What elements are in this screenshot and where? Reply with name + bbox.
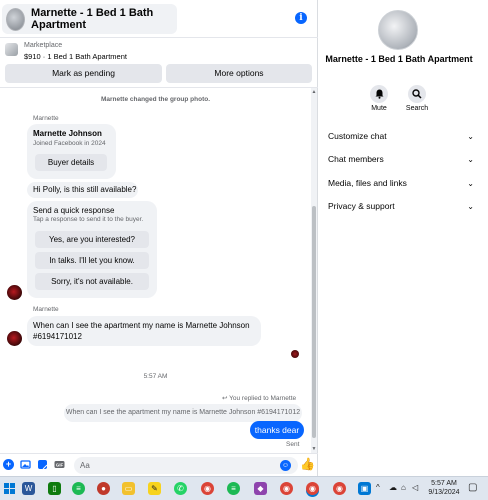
- mute-label: Mute: [371, 105, 387, 112]
- menu-privacy-support[interactable]: Privacy & support ⌄: [328, 198, 474, 214]
- menu-customize-chat[interactable]: Customize chat ⌄: [328, 128, 474, 144]
- file-explorer-icon[interactable]: ▭: [122, 482, 135, 495]
- listing-banner: Marketplace $910 · 1 Bed 1 Bath Apartmen…: [0, 37, 318, 87]
- own-message-bubble[interactable]: thanks dear: [250, 421, 304, 439]
- chevron-down-icon: ⌄: [467, 154, 474, 164]
- scroll-up-icon[interactable]: ▲: [311, 89, 317, 95]
- emoji-icon[interactable]: ☺: [280, 460, 291, 471]
- sender-name: Marnette: [33, 115, 59, 122]
- quick-response-card: Send a quick response Tap a response to …: [27, 201, 157, 298]
- chat-header: Marnette - 1 Bed 1 Bath Apartment i: [0, 0, 318, 36]
- paint-icon[interactable]: ●: [97, 482, 110, 495]
- plus-icon[interactable]: +: [3, 459, 14, 470]
- time-separator: 5:57 AM: [143, 373, 168, 380]
- volume-icon[interactable]: ◁: [412, 483, 418, 492]
- network-icon[interactable]: ⌂: [401, 483, 406, 492]
- quick-response-option[interactable]: In talks. I'll let you know.: [35, 252, 149, 269]
- info-icon[interactable]: i: [295, 12, 307, 24]
- chat-details-pane: Marnette - 1 Bed 1 Bath Apartment Mute S…: [319, 0, 488, 476]
- chrome-icon[interactable]: ◉: [333, 482, 346, 495]
- message-thread: Marnette changed the group photo. Marnet…: [0, 87, 318, 454]
- sender-name: Marnette: [33, 306, 59, 313]
- search-button[interactable]: Search: [397, 85, 437, 112]
- details-title: Marnette - 1 Bed 1 Bath Apartment: [325, 54, 473, 64]
- listing-thumbnail[interactable]: [5, 43, 18, 56]
- menu-media-files-links[interactable]: Media, files and links ⌄: [328, 175, 474, 191]
- chat-photo[interactable]: [378, 10, 418, 50]
- chrome-icon[interactable]: ◉: [280, 482, 293, 495]
- spotify-icon[interactable]: ≡: [72, 482, 85, 495]
- sticky-notes-icon[interactable]: ✎: [148, 482, 161, 495]
- quick-response-title: Send a quick response: [33, 206, 115, 215]
- svg-text:GIF: GIF: [56, 463, 64, 468]
- like-icon[interactable]: 👍: [300, 458, 315, 471]
- clock-date: 9/13/2024: [428, 489, 460, 496]
- avatar[interactable]: [7, 331, 22, 346]
- buyer-question-bubble: Hi Polly, is this still available?: [27, 182, 138, 198]
- more-options-button[interactable]: More options: [166, 64, 312, 83]
- clock-time: 5:57 AM: [431, 480, 457, 487]
- word-icon[interactable]: W: [22, 482, 35, 495]
- phone-link-icon[interactable]: ▯: [48, 482, 61, 495]
- listing-source: Marketplace: [24, 42, 63, 49]
- app-icon[interactable]: ▣: [358, 482, 371, 495]
- menu-label: Customize chat: [328, 131, 387, 141]
- mark-pending-button[interactable]: Mark as pending: [5, 64, 162, 83]
- windows-taskbar: W ▯ ≡ ● ▭ ✎ ✆ ◉ ≡ ◆ ◉ ◉ ◉ ▣ ^ ☁ ⌂ ◁ 5:57…: [0, 476, 488, 500]
- profile-name: Marnette Johnson: [33, 129, 102, 138]
- quick-response-option[interactable]: Sorry, it's not available.: [35, 273, 149, 290]
- seen-avatar: [291, 350, 299, 358]
- message-input-box[interactable]: ☺: [74, 457, 298, 474]
- scroll-down-icon[interactable]: ▼: [311, 446, 317, 452]
- profile-card: Marnette Johnson Joined Facebook in 2024…: [27, 124, 116, 179]
- replied-note-text: You replied to Marnette: [229, 395, 297, 402]
- scrollbar-thumb[interactable]: [312, 206, 316, 438]
- sticker-icon[interactable]: [37, 459, 48, 470]
- bell-icon: [370, 85, 388, 103]
- chevron-up-icon[interactable]: ^: [376, 483, 380, 492]
- messenger-window: Marnette - 1 Bed 1 Bath Apartment i Mark…: [0, 0, 488, 500]
- replied-note: ↩ You replied to Marnette: [222, 394, 296, 402]
- menu-label: Media, files and links: [328, 178, 407, 188]
- avatar[interactable]: [7, 285, 22, 300]
- chevron-down-icon: ⌄: [467, 201, 474, 211]
- mute-button[interactable]: Mute: [359, 85, 399, 112]
- onedrive-icon[interactable]: ☁: [389, 483, 397, 492]
- menu-label: Privacy & support: [328, 201, 395, 211]
- start-icon[interactable]: [3, 482, 16, 495]
- sent-status: Sent: [286, 441, 300, 448]
- chevron-down-icon: ⌄: [467, 131, 474, 141]
- profile-joined: Joined Facebook in 2024: [33, 140, 106, 147]
- spotify-icon[interactable]: ≡: [227, 482, 240, 495]
- chevron-down-icon: ⌄: [467, 178, 474, 188]
- chat-thumbnail: [6, 7, 26, 31]
- gif-icon[interactable]: GIF: [54, 459, 65, 470]
- buyer-question-text: Hi Polly, is this still available?: [33, 185, 137, 194]
- buyer-details-button[interactable]: Buyer details: [35, 154, 107, 171]
- buyer-message-line: #6194171012: [33, 332, 82, 341]
- notification-icon[interactable]: ▢: [468, 482, 477, 493]
- buyer-message-bubble: When can I see the apartment my name is …: [27, 316, 261, 346]
- chrome-icon[interactable]: ◉: [201, 482, 214, 495]
- quick-response-subtitle: Tap a response to send it to the buyer.: [33, 216, 144, 223]
- buyer-message-line: When can I see the apartment my name is …: [33, 321, 250, 330]
- message-input[interactable]: [80, 459, 270, 472]
- quick-response-option[interactable]: Yes, are you interested?: [35, 231, 149, 248]
- chat-title: Marnette - 1 Bed 1 Bath Apartment: [31, 7, 154, 31]
- listing-price-title[interactable]: $910 · 1 Bed 1 Bath Apartment: [24, 52, 127, 61]
- search-label: Search: [405, 105, 429, 112]
- chat-pane: Marnette - 1 Bed 1 Bath Apartment i Mark…: [0, 0, 318, 476]
- quoted-message[interactable]: When can I see the apartment my name is …: [64, 404, 302, 422]
- menu-label: Chat members: [328, 154, 384, 164]
- system-clock[interactable]: 5:57 AM 9/13/2024: [424, 479, 464, 497]
- chat-title-button[interactable]: Marnette - 1 Bed 1 Bath Apartment: [2, 4, 177, 34]
- search-icon: [408, 85, 426, 103]
- app-icon[interactable]: ◆: [254, 482, 267, 495]
- composer-bar: + GIF ☺ 👍: [0, 453, 318, 476]
- system-note: Marnette changed the group photo.: [100, 96, 211, 103]
- menu-chat-members[interactable]: Chat members ⌄: [328, 151, 474, 167]
- whatsapp-icon[interactable]: ✆: [174, 482, 187, 495]
- image-icon[interactable]: [20, 459, 31, 470]
- chrome-active-icon[interactable]: ◉: [306, 482, 319, 495]
